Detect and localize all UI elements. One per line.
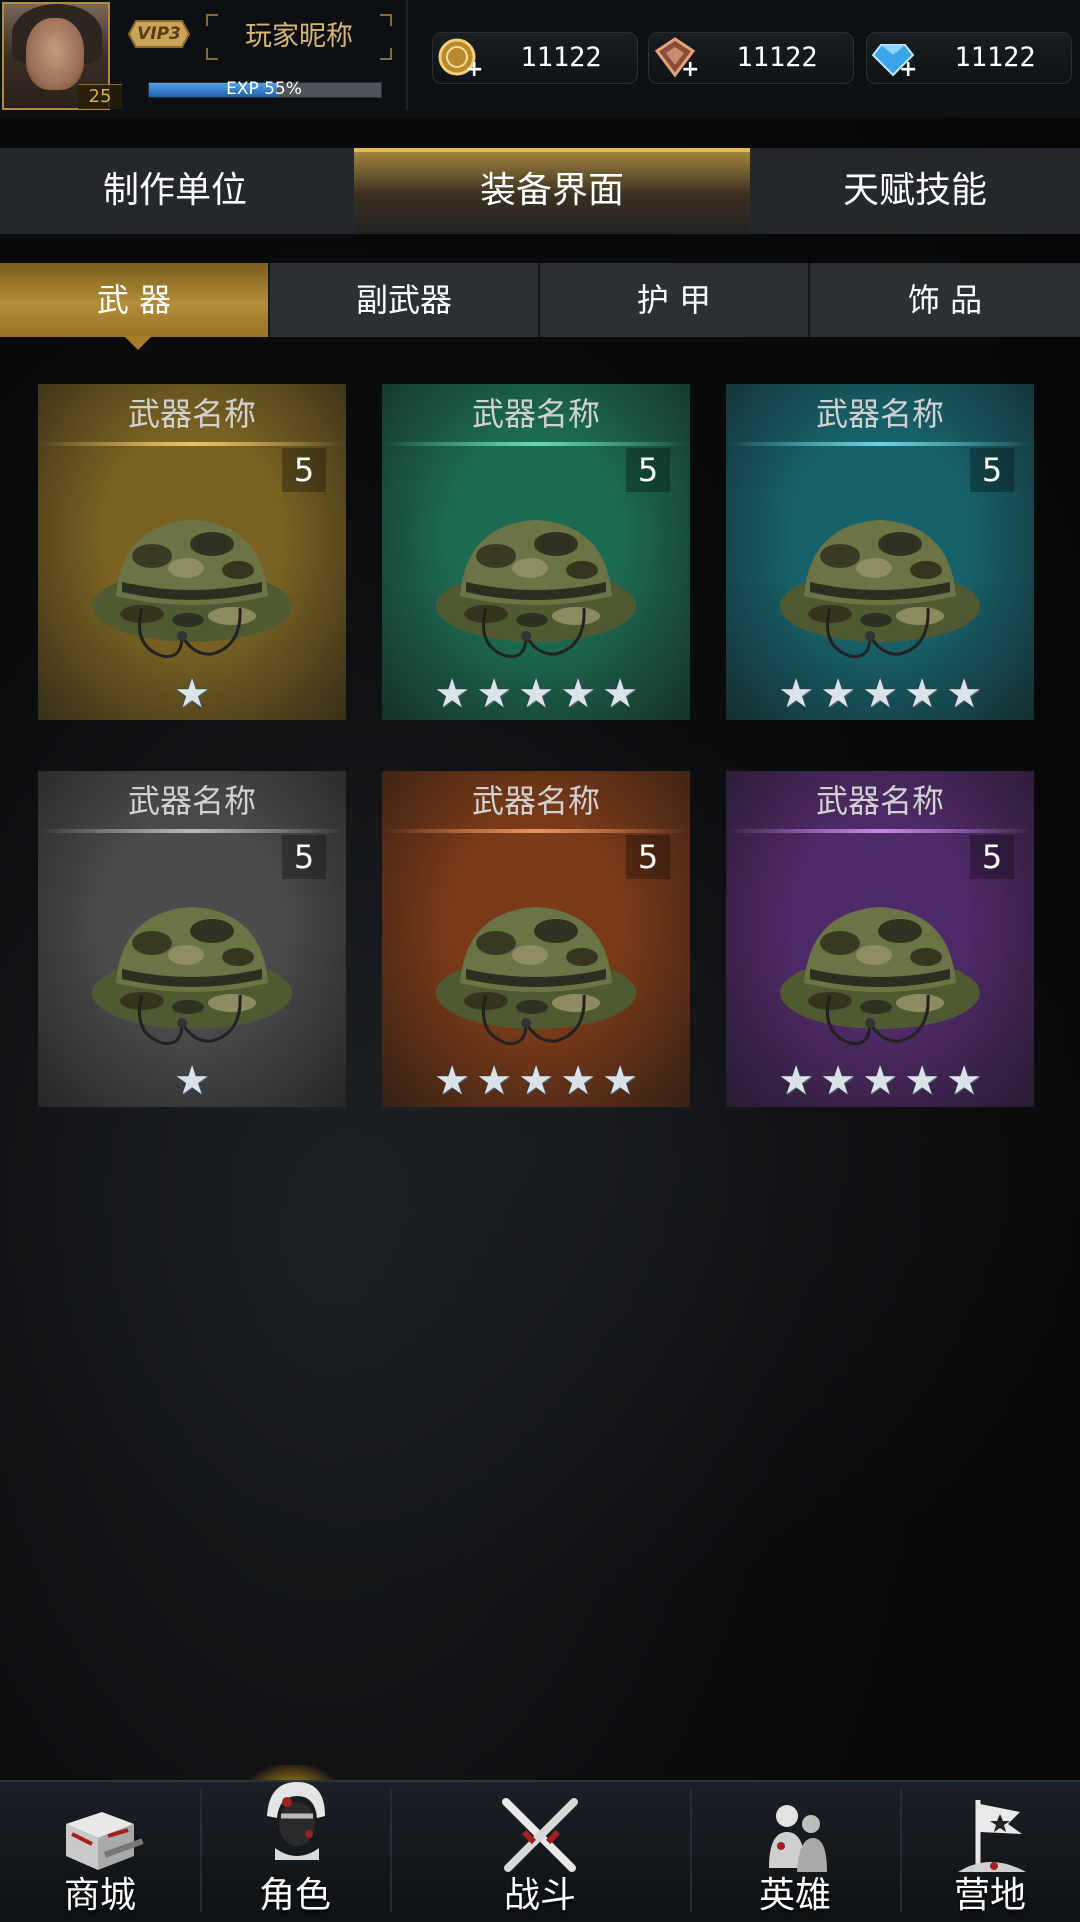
top-bar: 25 VIP3 玩家昵称 EXP 55% + 11122 + 11122 + 1… [0,0,1080,118]
card-divider [38,829,346,833]
subtab-armor[interactable]: 护 甲 [540,263,810,337]
subtab-accessory[interactable]: 饰 品 [810,263,1080,337]
boonie-hat-icon [436,907,636,1046]
card-count: 5 [970,448,1014,492]
card-count: 5 [626,835,670,879]
star-icon: ★ [476,671,512,717]
tab-equipment[interactable]: 装备界面 [354,148,750,234]
nav-character[interactable]: 角色 [200,1782,390,1922]
star-icon: ★ [518,671,554,717]
star-icon: ★ [904,1058,940,1104]
star-icon: ★ [946,1058,982,1104]
boonie-hat-icon [92,520,292,659]
equipment-card[interactable]: 武器名称 5 ★ ★ ★ ★ ★ [726,384,1034,720]
equipment-card[interactable]: 武器名称 5 ★ [38,771,346,1107]
card-divider [726,442,1034,446]
nav-label: 角色 [258,1875,331,1916]
nav-label: 商城 [63,1875,136,1916]
divider [406,0,408,110]
player-level-badge: 25 [78,84,122,109]
bottom-nav: 商城 角色 战斗 英雄 营地 [0,1780,1080,1922]
tab-production-units[interactable]: 制作单位 [0,148,350,234]
card-title: 武器名称 [471,395,600,433]
star-icon: ★ [174,1058,210,1104]
currency-diamond[interactable]: + 11122 [866,32,1072,84]
add-currency-icon[interactable]: + [681,59,699,81]
star-rating: ★ ★ ★ ★ ★ [382,674,690,714]
card-count: 5 [970,835,1014,879]
add-currency-icon[interactable]: + [465,59,483,81]
card-title: 武器名称 [127,395,256,433]
card-divider [382,829,690,833]
subtab-weapon[interactable]: 武 器 [0,263,270,337]
star-icon: ★ [904,671,940,717]
star-icon: ★ [434,1058,470,1104]
tab-talent-skills[interactable]: 天赋技能 [750,148,1080,234]
nav-camp[interactable]: 营地 [900,1782,1080,1922]
star-icon: ★ [946,671,982,717]
star-icon: ★ [778,671,814,717]
sub-tab-bar: 武 器 副武器 护 甲 饰 品 [0,263,1080,337]
star-icon: ★ [518,1058,554,1104]
equipment-card[interactable]: 武器名称 5 ★ [38,384,346,720]
card-title: 武器名称 [815,395,944,433]
card-divider [38,442,346,446]
avatar-face [26,18,84,90]
exp-text: EXP 55% [226,79,302,99]
currency-gold[interactable]: + 11122 [432,32,638,84]
star-icon: ★ [602,671,638,717]
star-rating: ★ ★ ★ ★ ★ [726,1061,1034,1101]
vip-label: VIP3 [137,24,181,44]
player-nickname: 玩家昵称 [245,21,353,52]
card-title: 武器名称 [815,782,944,820]
star-icon: ★ [862,1058,898,1104]
nav-label: 战斗 [503,1875,576,1916]
add-currency-icon[interactable]: + [899,59,917,81]
card-title: 武器名称 [127,782,256,820]
boonie-hat-icon [780,907,980,1046]
card-divider [726,829,1034,833]
star-icon: ★ [602,1058,638,1104]
soldier-helmet-icon [267,1782,325,1860]
star-icon: ★ [476,1058,512,1104]
star-icon: ★ [174,671,210,717]
vip-badge[interactable]: VIP3 [127,20,191,48]
star-icon: ★ [862,671,898,717]
main-tab-bar: 制作单位 装备界面 天赋技能 [0,148,1080,234]
star-rating: ★ ★ ★ ★ ★ [726,674,1034,714]
boonie-hat-icon [92,907,292,1046]
star-icon: ★ [434,671,470,717]
star-icon: ★ [560,1058,596,1104]
card-title: 武器名称 [471,782,600,820]
equipment-card[interactable]: 武器名称 5 ★ ★ ★ ★ ★ [382,771,690,1107]
boonie-hat-icon [780,520,980,659]
nav-shop[interactable]: 商城 [0,1782,200,1922]
nav-heroes[interactable]: 英雄 [690,1782,900,1922]
card-count: 5 [282,835,326,879]
currency-value: 11122 [520,42,602,73]
star-icon: ★ [560,671,596,717]
equipment-card[interactable]: 武器名称 5 ★ ★ ★ ★ ★ [726,771,1034,1107]
star-rating: ★ [38,674,346,714]
nav-label: 英雄 [758,1875,831,1916]
star-icon: ★ [820,671,856,717]
star-icon: ★ [820,1058,856,1104]
nav-label: 营地 [953,1875,1026,1916]
card-divider [382,442,690,446]
boonie-hat-icon [436,520,636,659]
active-tab-indicator [124,336,152,350]
currency-value: 11122 [736,42,818,73]
star-rating: ★ ★ ★ ★ ★ [382,1061,690,1101]
equipment-card[interactable]: 武器名称 5 ★ ★ ★ ★ ★ [382,384,690,720]
currency-value: 11122 [954,42,1036,73]
card-count: 5 [626,448,670,492]
subtab-secondary-weapon[interactable]: 副武器 [270,263,540,337]
card-count: 5 [282,448,326,492]
star-rating: ★ [38,1061,346,1101]
nav-battle[interactable]: 战斗 [390,1782,690,1922]
currency-badge[interactable]: + 11122 [648,32,854,84]
star-icon: ★ [778,1058,814,1104]
nickname-box[interactable]: 玩家昵称 [206,14,392,60]
